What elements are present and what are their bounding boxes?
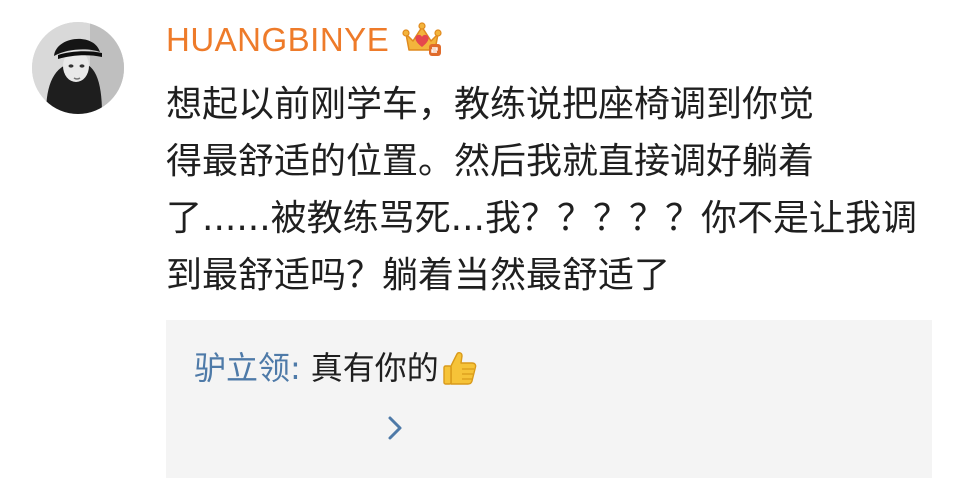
reply-author[interactable]: 驴立领 <box>194 346 290 390</box>
author-row: HUANGBINYE <box>166 18 443 62</box>
reply-box[interactable]: 驴立领 : 真有你的 <box>166 320 932 478</box>
reply-text: 真有你的 <box>310 349 439 387</box>
comment-card: HUANGBINYE 想起以前刚学车，教练说把座椅调到你觉 得最舒适的位置。然后… <box>0 0 960 501</box>
reply-separator: : <box>290 349 301 387</box>
chevron-right-icon[interactable] <box>384 412 408 444</box>
vip-crown-icon[interactable] <box>401 20 443 60</box>
avatar[interactable] <box>32 22 124 114</box>
username[interactable]: HUANGBINYE <box>166 21 389 59</box>
post-text: 想起以前刚学车，教练说把座椅调到你觉 得最舒适的位置。然后我就直接调好躺着 了.… <box>166 84 917 296</box>
avatar-photo <box>32 22 124 114</box>
thumbs-up-icon <box>441 349 479 387</box>
reply-item: 驴立领 : 真有你的 <box>194 346 479 390</box>
